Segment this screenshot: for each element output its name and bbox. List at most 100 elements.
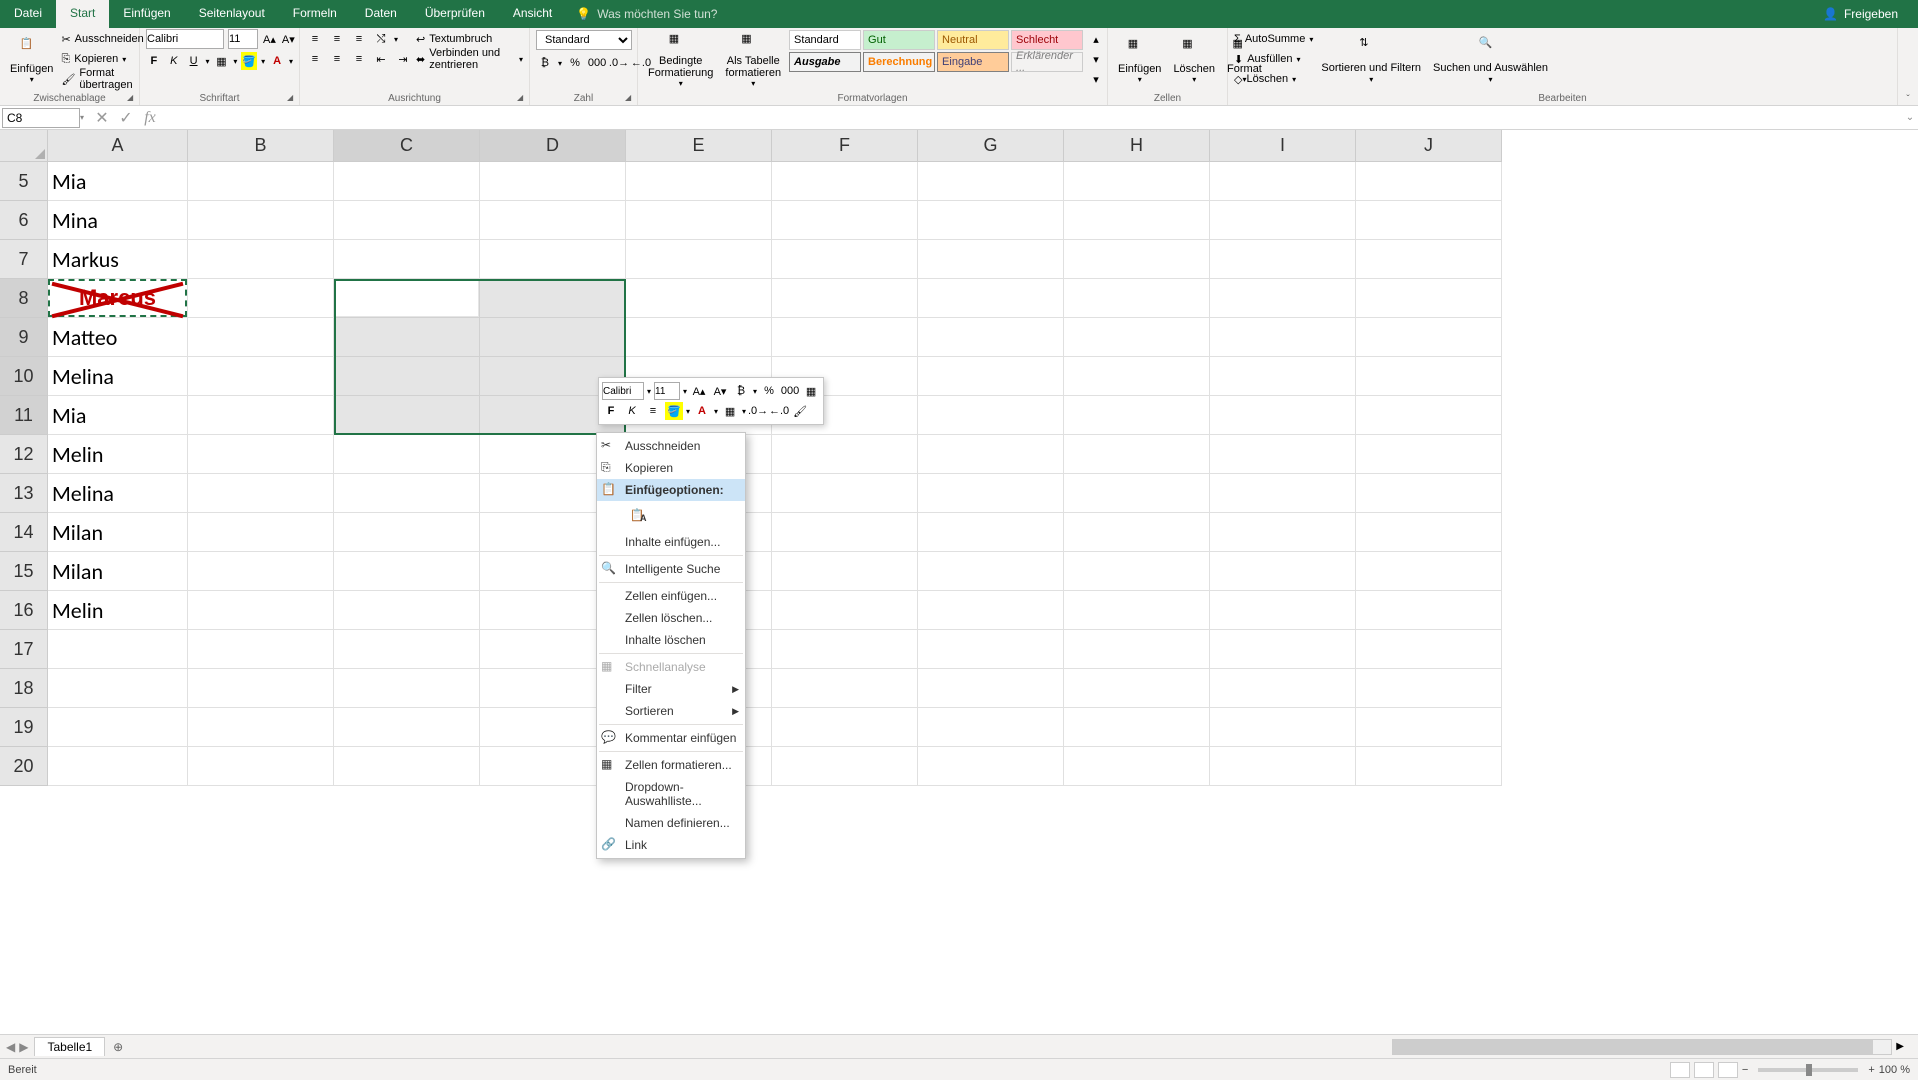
cell-A7[interactable]: Markus bbox=[48, 240, 188, 279]
copy-button[interactable]: ⎘Kopieren▾ bbox=[61, 50, 143, 68]
mini-dec-decimal[interactable]: ←.0 bbox=[770, 402, 788, 420]
cell-A6[interactable]: Mina bbox=[48, 201, 188, 240]
zoom-out-button[interactable]: − bbox=[1742, 1064, 1748, 1076]
cell-H15[interactable] bbox=[1064, 552, 1210, 591]
page-break-view-button[interactable] bbox=[1718, 1062, 1738, 1078]
cell-B10[interactable] bbox=[188, 357, 334, 396]
cell-C17[interactable] bbox=[334, 630, 480, 669]
mini-inc-decimal[interactable]: .0→ bbox=[749, 402, 767, 420]
cell-C19[interactable] bbox=[334, 708, 480, 747]
cell-style-neutral[interactable]: Neutral bbox=[937, 30, 1009, 50]
mini-borders[interactable]: ▦ bbox=[802, 382, 820, 400]
cell-I16[interactable] bbox=[1210, 591, 1356, 630]
row-header-15[interactable]: 15 bbox=[0, 552, 48, 591]
cell-F14[interactable] bbox=[772, 513, 918, 552]
cell-J15[interactable] bbox=[1356, 552, 1502, 591]
cm-cut[interactable]: ✂Ausschneiden bbox=[597, 435, 745, 457]
cell-C12[interactable] bbox=[334, 435, 480, 474]
cell-C9[interactable] bbox=[334, 318, 480, 357]
cell-B11[interactable] bbox=[188, 396, 334, 435]
cell-J19[interactable] bbox=[1356, 708, 1502, 747]
cell-H8[interactable] bbox=[1064, 279, 1210, 318]
cm-define-name[interactable]: Namen definieren... bbox=[597, 812, 745, 834]
sheet-nav-prev[interactable]: ◀ bbox=[6, 1040, 15, 1054]
fill-color-button[interactable]: 🪣 bbox=[241, 52, 257, 70]
row-header-11[interactable]: 11 bbox=[0, 396, 48, 435]
cell-I15[interactable] bbox=[1210, 552, 1356, 591]
cell-A13[interactable]: Melina bbox=[48, 474, 188, 513]
dialog-launcher-icon[interactable]: ◢ bbox=[625, 93, 635, 103]
wrap-text-button[interactable]: ↩Textumbruch bbox=[416, 30, 523, 48]
fx-button[interactable]: fx bbox=[138, 108, 162, 128]
cell-C13[interactable] bbox=[334, 474, 480, 513]
mini-align[interactable]: ≡ bbox=[644, 402, 662, 420]
cell-F9[interactable] bbox=[772, 318, 918, 357]
format-as-table-button[interactable]: ▦ Als Tabelle formatieren ▾ bbox=[721, 30, 785, 90]
zoom-level[interactable]: 100 % bbox=[1879, 1064, 1910, 1076]
chevron-down-icon[interactable]: ▾ bbox=[80, 113, 90, 122]
cell-J10[interactable] bbox=[1356, 357, 1502, 396]
cell-A17[interactable] bbox=[48, 630, 188, 669]
cell-A12[interactable]: Melin bbox=[48, 435, 188, 474]
cell-G14[interactable] bbox=[918, 513, 1064, 552]
tab-einfuegen[interactable]: Einfügen bbox=[109, 0, 184, 28]
percent-button[interactable]: % bbox=[566, 54, 584, 72]
column-header-G[interactable]: G bbox=[918, 130, 1064, 162]
cm-insert-comment[interactable]: 💬Kommentar einfügen bbox=[597, 727, 745, 749]
zoom-slider[interactable] bbox=[1758, 1068, 1858, 1072]
expand-formula-bar-button[interactable]: ⌄ bbox=[1902, 112, 1918, 123]
tab-daten[interactable]: Daten bbox=[351, 0, 411, 28]
borders-button[interactable]: ▦ bbox=[214, 52, 230, 70]
zoom-slider-thumb[interactable] bbox=[1806, 1064, 1812, 1076]
cell-D7[interactable] bbox=[480, 240, 626, 279]
cell-I18[interactable] bbox=[1210, 669, 1356, 708]
cell-style-standard[interactable]: Standard bbox=[789, 30, 861, 50]
cell-H10[interactable] bbox=[1064, 357, 1210, 396]
cell-D8[interactable] bbox=[480, 279, 626, 318]
cell-C15[interactable] bbox=[334, 552, 480, 591]
cell-J20[interactable] bbox=[1356, 747, 1502, 786]
cell-G10[interactable] bbox=[918, 357, 1064, 396]
formula-bar[interactable] bbox=[162, 108, 1902, 128]
cell-I19[interactable] bbox=[1210, 708, 1356, 747]
cell-J8[interactable] bbox=[1356, 279, 1502, 318]
mini-format-painter[interactable]: 🖌 bbox=[791, 402, 809, 420]
align-top-button[interactable]: ≡ bbox=[306, 30, 324, 48]
cell-F5[interactable] bbox=[772, 162, 918, 201]
cell-J11[interactable] bbox=[1356, 396, 1502, 435]
mini-borders2[interactable]: ▦ bbox=[721, 402, 739, 420]
increase-decimal-button[interactable]: .0→ bbox=[610, 54, 628, 72]
cm-clear-contents[interactable]: Inhalte löschen bbox=[597, 629, 745, 651]
cell-G13[interactable] bbox=[918, 474, 1064, 513]
cell-A8[interactable]: Marcus bbox=[48, 279, 188, 318]
page-layout-view-button[interactable] bbox=[1694, 1062, 1714, 1078]
select-all-corner[interactable] bbox=[0, 130, 48, 162]
cell-G19[interactable] bbox=[918, 708, 1064, 747]
clear-button[interactable]: ◇Löschen▾ bbox=[1234, 70, 1313, 88]
row-header-18[interactable]: 18 bbox=[0, 669, 48, 708]
cell-C18[interactable] bbox=[334, 669, 480, 708]
cell-C6[interactable] bbox=[334, 201, 480, 240]
cancel-formula-button[interactable]: ✕ bbox=[90, 108, 114, 128]
cell-C10[interactable] bbox=[334, 357, 480, 396]
cell-D5[interactable] bbox=[480, 162, 626, 201]
cell-G16[interactable] bbox=[918, 591, 1064, 630]
cell-F17[interactable] bbox=[772, 630, 918, 669]
cut-button[interactable]: ✂Ausschneiden bbox=[61, 30, 143, 48]
cell-F6[interactable] bbox=[772, 201, 918, 240]
italic-button[interactable]: K bbox=[166, 52, 182, 70]
dialog-launcher-icon[interactable]: ◢ bbox=[517, 93, 527, 103]
cell-H6[interactable] bbox=[1064, 201, 1210, 240]
mini-fill-color[interactable]: 🪣 bbox=[665, 402, 683, 420]
cell-B20[interactable] bbox=[188, 747, 334, 786]
orientation-button[interactable]: ⤭ bbox=[372, 30, 390, 48]
column-header-I[interactable]: I bbox=[1210, 130, 1356, 162]
scrollbar-thumb[interactable] bbox=[1393, 1040, 1873, 1054]
row-header-8[interactable]: 8 bbox=[0, 279, 48, 318]
cell-F16[interactable] bbox=[772, 591, 918, 630]
thousands-button[interactable]: 000 bbox=[588, 54, 606, 72]
cell-F8[interactable] bbox=[772, 279, 918, 318]
cell-E5[interactable] bbox=[626, 162, 772, 201]
cell-B7[interactable] bbox=[188, 240, 334, 279]
row-header-5[interactable]: 5 bbox=[0, 162, 48, 201]
